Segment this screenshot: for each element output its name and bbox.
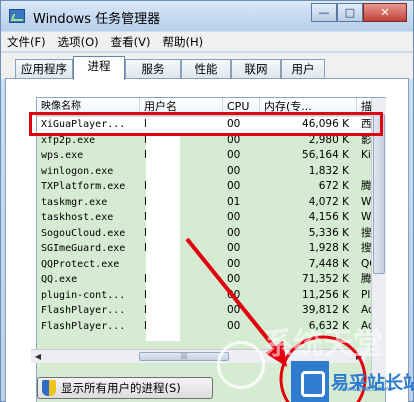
process-rows: XiGuaPlayer...h0046,096 K西瓜影xfp2p.exeh00… bbox=[37, 117, 385, 334]
process-memory: 7,448 K bbox=[308, 257, 349, 270]
process-row[interactable]: taskmgr.exeh014,072 KWindo bbox=[37, 195, 385, 211]
process-memory: 71,352 K bbox=[302, 273, 349, 285]
process-name: taskmgr.exe bbox=[41, 196, 108, 208]
process-memory: 1,832 K bbox=[308, 164, 349, 177]
process-row[interactable]: winlogon.exe 00 1,832 K bbox=[37, 164, 385, 180]
selected-row-highlight bbox=[29, 112, 383, 136]
process-memory: 4,156 K bbox=[308, 211, 349, 223]
horizontal-scroll-thumb[interactable]: ||| bbox=[139, 352, 229, 361]
tab-processes[interactable]: 进程 bbox=[73, 56, 125, 80]
process-memory: 672 K bbox=[318, 180, 349, 192]
process-cpu: 00 bbox=[227, 288, 241, 301]
process-row[interactable]: plugin-cont...h0011,256 KPlugi bbox=[37, 288, 385, 304]
watermark-faint-text: 系统天堂 bbox=[263, 327, 383, 362]
minimize-button[interactable]: — bbox=[311, 3, 337, 22]
process-cpu: 00 bbox=[227, 164, 241, 177]
maximize-button[interactable]: □ bbox=[337, 3, 363, 22]
process-row[interactable]: SGImeGuard.exeh001,928 K搜狗输 bbox=[37, 241, 385, 257]
vertical-scroll-thumb[interactable] bbox=[373, 114, 385, 274]
uac-shield-icon bbox=[42, 380, 56, 396]
window-title: Windows 任务管理器 bbox=[33, 12, 161, 27]
process-name: FlashPlayer... bbox=[41, 305, 126, 316]
window-controls: — □ ✕ bbox=[311, 3, 407, 22]
show-all-users-label: 显示所有用户的进程(S) bbox=[61, 381, 181, 395]
process-name: QQ.exe bbox=[41, 274, 78, 285]
process-name: winlogon.exe bbox=[41, 165, 114, 177]
process-name: taskhost.exe bbox=[41, 212, 114, 223]
process-cpu: 01 bbox=[227, 195, 241, 208]
process-name: SogouCloud.exe bbox=[41, 227, 126, 239]
watermark-url: Www.Easck.Com bbox=[341, 386, 392, 393]
tab-performance[interactable]: 性能 bbox=[181, 59, 231, 79]
process-name: FlashPlayer... bbox=[41, 320, 126, 332]
task-manager-window: Windows 任务管理器 — □ ✕ 文件(F) 选项(O) 查看(V) 帮助… bbox=[0, 0, 414, 402]
process-cpu: 00 bbox=[227, 211, 241, 223]
process-name: TXPlatform.exe bbox=[41, 181, 126, 192]
process-cpu: 00 bbox=[227, 149, 241, 161]
tab-networking[interactable]: 联网 bbox=[231, 59, 281, 79]
menu-options[interactable]: 选项(O) bbox=[52, 34, 105, 50]
tab-services[interactable]: 服务 bbox=[125, 59, 181, 79]
process-row[interactable]: taskhost.exeh004,156 KWindo bbox=[37, 210, 385, 226]
watermark-circle-logo bbox=[217, 341, 265, 389]
watermark-logo-icon bbox=[291, 361, 329, 402]
redacted-username-area bbox=[146, 121, 180, 341]
scroll-left-arrow-icon[interactable]: ◀ bbox=[31, 350, 45, 363]
process-cpu: 00 bbox=[227, 273, 241, 285]
title-bar[interactable]: Windows 任务管理器 — □ ✕ bbox=[1, 1, 413, 31]
process-memory: 56,164 K bbox=[302, 149, 349, 161]
process-row[interactable]: QQProtect.exe007,448 KQQ安全 bbox=[37, 257, 385, 273]
process-memory: 39,812 K bbox=[302, 304, 349, 316]
process-cpu: 00 bbox=[227, 180, 241, 192]
process-cpu: 00 bbox=[227, 226, 241, 239]
process-memory: 5,336 K bbox=[308, 226, 349, 239]
process-memory: 4,072 K bbox=[308, 195, 349, 208]
tab-strip: 应用程序 进程 服务 性能 联网 用户 bbox=[1, 53, 413, 80]
tab-applications[interactable]: 应用程序 bbox=[15, 59, 73, 79]
show-all-users-processes-button[interactable]: 显示所有用户的进程(S) bbox=[37, 377, 213, 399]
close-button[interactable]: ✕ bbox=[363, 3, 407, 22]
tab-users[interactable]: 用户 bbox=[281, 59, 325, 79]
process-row[interactable]: FlashPlayer...h0039,812 KAdobe bbox=[37, 303, 385, 319]
process-memory: 1,928 K bbox=[308, 242, 349, 254]
process-name: wps.exe bbox=[41, 150, 84, 161]
menu-view[interactable]: 查看(V) bbox=[105, 34, 157, 50]
process-row[interactable]: wps.exeh0056,164 KKings bbox=[37, 148, 385, 164]
process-row[interactable]: TXPlatform.exeh00672 K腾讯Q bbox=[37, 179, 385, 195]
process-name: plugin-cont... bbox=[41, 289, 126, 301]
menu-help[interactable]: 帮助(H) bbox=[156, 34, 209, 50]
menu-bar: 文件(F) 选项(O) 查看(V) 帮助(H) bbox=[1, 32, 413, 52]
process-name: QQProtect.exe bbox=[41, 258, 120, 270]
process-cpu: 00 bbox=[227, 257, 241, 270]
process-row[interactable]: SogouCloud.exeh005,336 K搜狗输 bbox=[37, 226, 385, 242]
process-cpu: 00 bbox=[227, 319, 241, 332]
process-row[interactable]: QQ.exeh0071,352 K腾讯Q bbox=[37, 272, 385, 288]
watermark: 易采站长站 bbox=[291, 361, 414, 402]
process-memory: 11,256 K bbox=[302, 288, 349, 301]
process-name: SGImeGuard.exe bbox=[41, 243, 126, 254]
menu-file[interactable]: 文件(F) bbox=[1, 34, 52, 50]
process-cpu: 00 bbox=[227, 304, 241, 316]
task-manager-app-icon bbox=[9, 9, 25, 23]
process-cpu: 00 bbox=[227, 242, 241, 254]
